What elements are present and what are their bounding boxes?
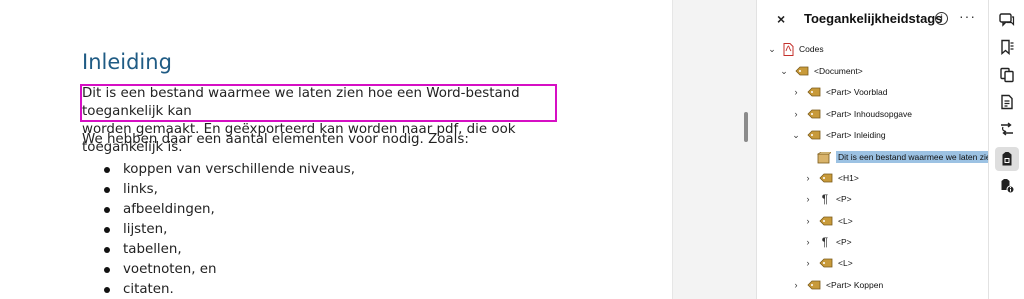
tree-row-label: <P> — [836, 237, 852, 247]
bullet-icon — [104, 287, 110, 293]
tag-icon — [807, 87, 821, 97]
tree-row-label: <Part> Inleiding — [826, 130, 886, 140]
paragraph-line-1: Dit is een bestand waarmee we laten zien… — [82, 86, 520, 119]
tree-row-label: <L> — [838, 258, 853, 268]
list-item: voetnoten, en — [104, 260, 355, 280]
paragraph-icon: ¶ — [821, 192, 829, 206]
list-item: links, — [104, 180, 355, 200]
chevron-right-icon[interactable]: › — [803, 237, 813, 247]
document-paragraph: We hebben daar een aantal elementen voor… — [82, 132, 469, 147]
list-item: lijsten, — [104, 220, 355, 240]
accessibility-tags-panel: × Toegankelijkheidstags i ··· ⌄ Codes ⌄ … — [756, 0, 988, 299]
tree-row-part-voorblad[interactable]: › <Part> Voorblad — [791, 82, 888, 102]
chevron-right-icon[interactable]: › — [791, 109, 801, 119]
chevron-right-icon[interactable]: › — [803, 216, 813, 226]
chevron-down-icon[interactable]: ⌄ — [791, 130, 801, 141]
tree-row-part-inleiding[interactable]: ⌄ <Part> Inleiding — [791, 125, 886, 145]
tree-row-h1[interactable]: › <H1> — [803, 168, 859, 188]
tag-icon — [819, 258, 833, 268]
tree-row-part-koppen[interactable]: › <Part> Koppen — [791, 275, 884, 295]
tree-row-document[interactable]: ⌄ <Document> — [779, 61, 863, 81]
bullet-icon — [104, 207, 110, 213]
document-gutter — [672, 0, 756, 299]
tree-row-part-inhoudsopgave[interactable]: › <Part> Inhoudsopgave — [791, 104, 913, 124]
tag-icon — [807, 109, 821, 119]
share-arrows-icon[interactable] — [995, 117, 1019, 141]
tree-row-label: <Part> Koppen — [826, 280, 884, 290]
bullet-icon — [104, 187, 110, 193]
bullet-icon — [104, 267, 110, 273]
pages-icon[interactable] — [995, 63, 1019, 87]
chevron-down-icon[interactable]: ⌄ — [779, 66, 789, 77]
list-item: citaten. — [104, 280, 355, 299]
tree-row-label: Dit is een bestand waarmee we laten zie — [836, 151, 988, 163]
tree-row-l[interactable]: › <L> — [803, 211, 853, 231]
document-page: Inleiding Dit is een bestand waarmee we … — [0, 0, 672, 299]
document-icon[interactable] — [995, 90, 1019, 114]
info-icon[interactable]: i — [935, 12, 948, 25]
accessibility-tags-icon[interactable] — [995, 147, 1019, 171]
tree-row-p[interactable]: › ¶ <P> — [803, 232, 852, 252]
chevron-right-icon[interactable]: › — [803, 194, 813, 204]
document-heading: Inleiding — [82, 50, 172, 74]
tree-row-label: <Part> Inhoudsopgave — [826, 109, 913, 119]
tag-icon — [807, 280, 821, 290]
tag-icon — [807, 130, 821, 140]
chevron-right-icon[interactable]: › — [803, 258, 813, 268]
tree-row-label: <Document> — [814, 66, 863, 76]
chevron-right-icon[interactable]: › — [791, 280, 801, 290]
list-item: koppen van verschillende niveaus, — [104, 160, 355, 180]
more-options-icon[interactable]: ··· — [959, 8, 976, 24]
chevron-right-icon[interactable]: › — [803, 173, 813, 183]
panel-header: × Toegankelijkheidstags i ··· — [757, 0, 988, 38]
chevron-right-icon[interactable]: › — [791, 87, 801, 97]
paragraph-icon: ¶ — [821, 235, 829, 249]
tag-icon — [819, 173, 833, 183]
tree-row-content-selected[interactable]: Dit is een bestand waarmee we laten zie — [817, 147, 988, 167]
tree-row-label: <H1> — [838, 173, 859, 183]
tree-row-l[interactable]: › <L> — [803, 253, 853, 273]
document-bullet-list: koppen van verschillende niveaus, links,… — [104, 160, 355, 299]
tag-icon — [819, 216, 833, 226]
tag-icon — [795, 66, 809, 76]
document-scrollbar[interactable] — [744, 112, 748, 142]
list-item: afbeeldingen, — [104, 200, 355, 220]
comment-icon[interactable] — [995, 8, 1019, 32]
bullet-icon — [104, 167, 110, 173]
close-icon[interactable]: × — [777, 11, 785, 27]
content-box-icon — [817, 152, 831, 164]
bookmark-icon[interactable] — [995, 35, 1019, 59]
chevron-down-icon[interactable]: ⌄ — [767, 44, 777, 55]
accessibility-settings-icon[interactable] — [995, 174, 1019, 198]
panel-title: Toegankelijkheidstags — [804, 11, 943, 26]
list-item: tabellen, — [104, 240, 355, 260]
tree-row-label: <P> — [836, 194, 852, 204]
bullet-icon — [104, 247, 110, 253]
tree-row-p[interactable]: › ¶ <P> — [803, 189, 852, 209]
tree-row-label: <Part> Voorblad — [826, 87, 888, 97]
right-toolbar — [988, 0, 1024, 299]
tree-row-label: <L> — [838, 216, 853, 226]
tree-row-label: Codes — [799, 44, 824, 54]
pdf-icon — [783, 42, 794, 56]
tree-row-root[interactable]: ⌄ Codes — [767, 39, 824, 59]
bullet-icon — [104, 227, 110, 233]
